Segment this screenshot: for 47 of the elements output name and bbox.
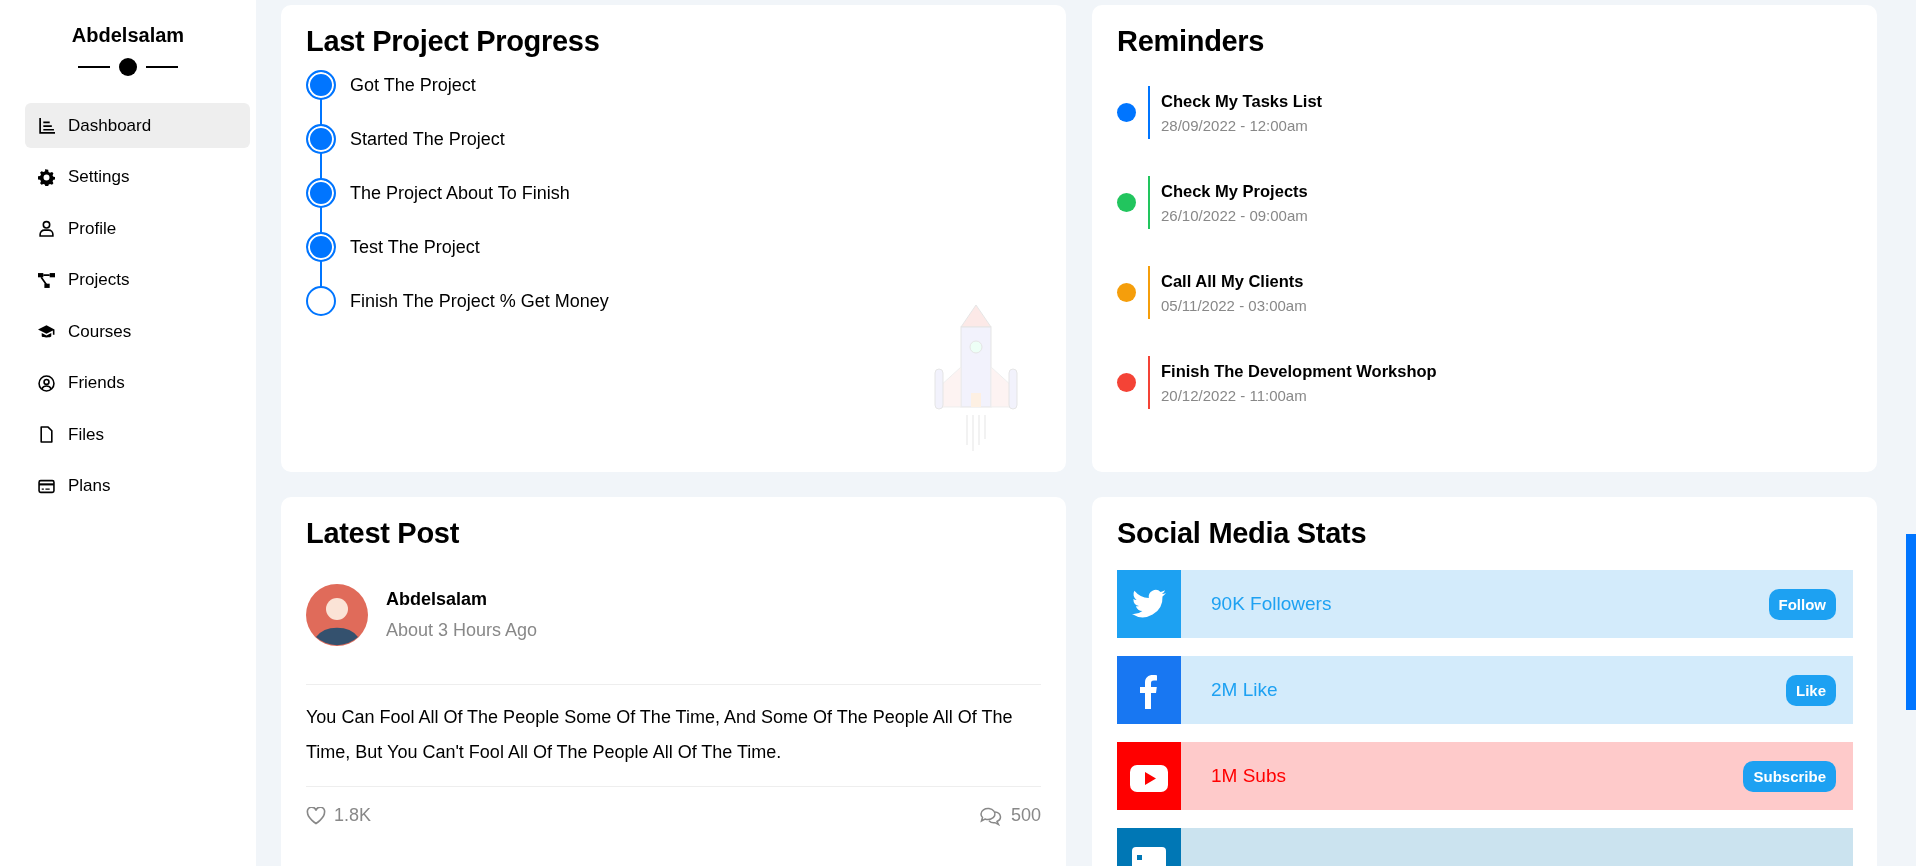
reminder-title: Call All My Clients [1161, 271, 1305, 291]
avatar [306, 584, 368, 646]
stat-label: 1M Subs [1210, 765, 1287, 787]
settings-icon [38, 168, 55, 186]
graduation-cap-icon [38, 323, 55, 340]
like-count: 1.8K [334, 805, 372, 826]
stat-label: 2M Like [1210, 679, 1279, 701]
comment-count: 500 [1010, 805, 1041, 826]
reminder-date: 28/09/2022 - 12:00am [1161, 116, 1309, 134]
step-label: Finish The Project % Get Money [350, 290, 609, 312]
sidebar-item[interactable]: Plans [25, 463, 250, 509]
card-title: Last Project Progress [306, 25, 600, 58]
nodes-icon [38, 271, 55, 289]
comments-icon[interactable] [978, 805, 1003, 826]
sidebar-item[interactable]: Settings [25, 154, 250, 200]
scrollbar-thumb[interactable] [1906, 534, 1916, 710]
step-label: Test The Project [350, 236, 480, 258]
chart-icon [38, 117, 55, 134]
card-title: Social Media Stats [1117, 517, 1367, 550]
step-label: Started The Project [350, 128, 505, 150]
sidebar-item[interactable]: Projects [25, 257, 250, 303]
post-text: You Can Fool All Of The People Some Of The Time, And Some Of The People All Of The Time, But You Can't Fool All Of The People All Of The Time. [306, 685, 1041, 787]
post-time: About 3 Hours Ago [386, 620, 538, 641]
card-title: Latest Post [306, 517, 459, 550]
sidebar-item[interactable]: Friends [25, 360, 250, 406]
reminder-title: Check My Tasks List [1161, 91, 1323, 111]
sidebar-item[interactable]: Profile [25, 206, 250, 251]
heart-icon[interactable] [306, 806, 326, 825]
user-icon [38, 220, 55, 237]
reminder-title: Check My Projects [1161, 181, 1308, 201]
reminder-title: Finish The Development Workshop [1161, 361, 1437, 381]
card-title: Reminders [1117, 25, 1265, 58]
user-circle-icon [38, 374, 55, 392]
credit-card-icon [38, 477, 55, 495]
stat-label: 90K Followers [1210, 593, 1333, 615]
user-name: Abdelsalam [71, 24, 185, 47]
reminder-date: 26/10/2022 - 09:00am [1161, 206, 1308, 224]
reminder-date: 05/11/2022 - 03:00am [1161, 296, 1307, 314]
file-icon [38, 426, 55, 443]
step-label: The Project About To Finish [350, 182, 570, 204]
sidebar-item[interactable]: Files [25, 412, 250, 457]
reminder-date: 20/12/2022 - 11:00am [1161, 386, 1308, 404]
divider-dot-icon [78, 57, 178, 77]
author-name: Abdelsalam [386, 589, 489, 610]
step-label: Got The Project [350, 74, 476, 96]
sidebar-item[interactable]: Courses [25, 309, 250, 354]
sidebar-item[interactable]: Dashboard [25, 103, 250, 148]
